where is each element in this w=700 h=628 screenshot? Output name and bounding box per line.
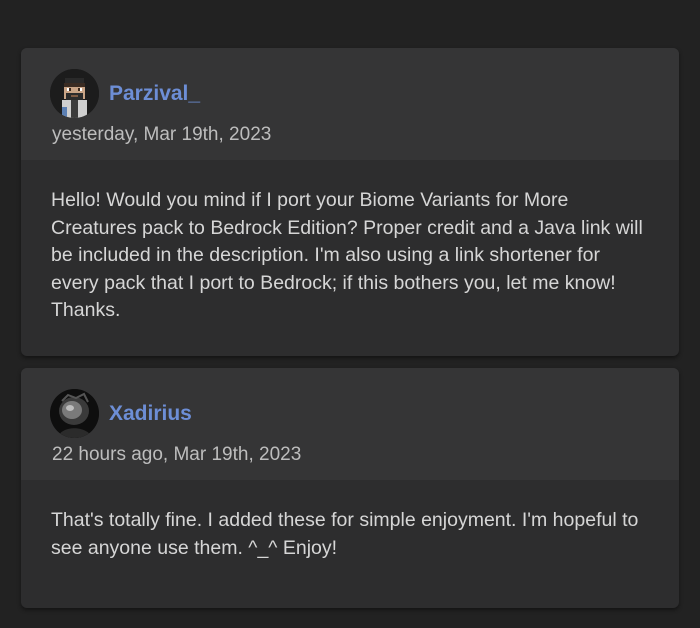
username-link[interactable]: Parzival_	[109, 82, 200, 106]
comment-body: Hello! Would you mind if I port your Bio…	[51, 189, 643, 321]
comment-header: Xadirius 22 hours ago, Mar 19th, 2023	[21, 368, 679, 480]
comment-body: That's totally fine. I added these for s…	[51, 509, 639, 559]
comments-page: Parzival_ yesterday, Mar 19th, 2023 Hell…	[0, 0, 700, 628]
pixel-character-avatar-icon	[50, 69, 99, 118]
avatar[interactable]	[50, 389, 99, 438]
comment-timestamp: 22 hours ago, Mar 19th, 2023	[52, 444, 302, 465]
comment-card: Parzival_ yesterday, Mar 19th, 2023 Hell…	[21, 48, 679, 356]
comment-card: Xadirius 22 hours ago, Mar 19th, 2023 Th…	[21, 368, 679, 608]
comment-timestamp: yesterday, Mar 19th, 2023	[52, 124, 272, 145]
dark-portrait-avatar-icon	[50, 389, 99, 438]
avatar[interactable]	[50, 69, 99, 118]
comment-header: Parzival_ yesterday, Mar 19th, 2023	[21, 48, 679, 160]
username-link[interactable]: Xadirius	[109, 402, 192, 426]
